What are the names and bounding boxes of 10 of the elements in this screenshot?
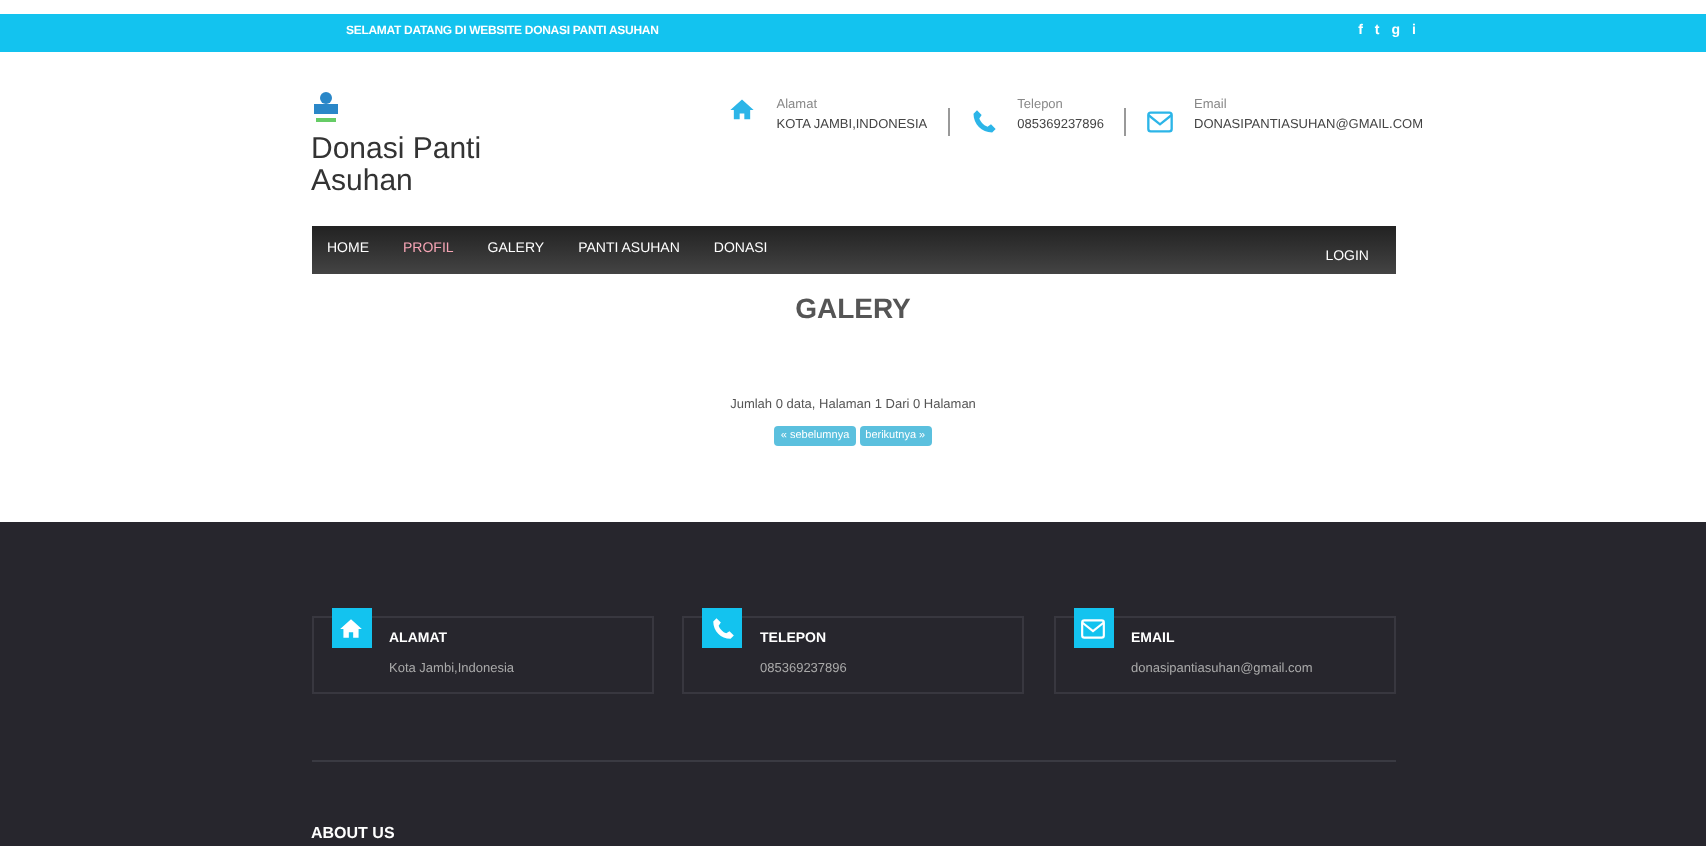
home-icon [728, 96, 757, 124]
home-icon [331, 608, 371, 648]
site-title: Donasi Panti Asuhan [311, 134, 484, 198]
about-us-heading: ABOUT US [311, 822, 397, 846]
phone-icon [969, 108, 998, 136]
phone-icon [702, 608, 742, 648]
page-title: GALERY [795, 290, 911, 328]
mail-icon [1073, 608, 1113, 648]
mail-icon [1146, 108, 1175, 136]
logo-icon [311, 92, 339, 128]
